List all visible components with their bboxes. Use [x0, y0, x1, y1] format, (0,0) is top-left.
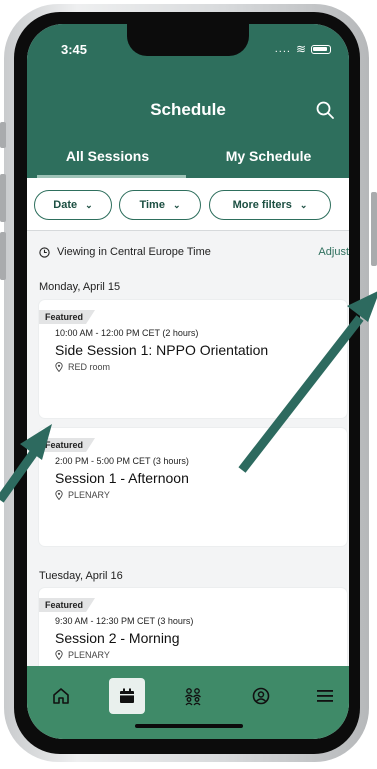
session-location: PLENARY: [55, 650, 110, 660]
tab-my-schedule[interactable]: My Schedule: [188, 144, 349, 178]
nav-home[interactable]: [43, 678, 79, 714]
day-heading: Tuesday, April 16: [39, 570, 123, 582]
session-time: 9:30 AM - 12:30 PM CET (3 hours): [55, 616, 194, 626]
profile-icon: [252, 687, 270, 705]
nav-attendees[interactable]: [175, 678, 211, 714]
timezone-text: Viewing in Central Europe Time: [57, 246, 211, 258]
time-filter-label: Time: [139, 199, 165, 211]
volume-up-button: [0, 174, 6, 222]
session-location: PLENARY: [55, 490, 110, 500]
adjust-timezone-link[interactable]: Adjust: [318, 246, 349, 258]
nav-schedule[interactable]: [109, 678, 145, 714]
time-filter-button[interactable]: Time ⌄: [119, 190, 201, 220]
location-pin-icon: [55, 362, 63, 372]
status-time: 3:45: [61, 42, 88, 57]
chevron-down-icon: ⌄: [299, 199, 308, 210]
people-icon: [185, 688, 201, 706]
signal-icon: ....: [274, 43, 291, 55]
day-heading: Monday, April 15: [39, 281, 121, 293]
more-filters-label: More filters: [232, 199, 292, 211]
notch: [127, 24, 249, 56]
clock-icon: [39, 246, 50, 258]
location-pin-icon: [55, 490, 63, 500]
featured-badge: Featured: [39, 598, 95, 612]
timezone-row: Viewing in Central Europe Time Adjust: [39, 242, 349, 262]
date-filter-button[interactable]: Date ⌄: [34, 190, 112, 220]
featured-badge: Featured: [39, 310, 95, 324]
menu-icon: [317, 690, 333, 702]
chevron-down-icon: ⌄: [172, 199, 181, 210]
session-location-text: PLENARY: [68, 490, 110, 500]
session-card[interactable]: Featured 2:00 PM - 5:00 PM CET (3 hours)…: [39, 428, 347, 546]
tab-all-sessions[interactable]: All Sessions: [27, 144, 188, 178]
app-screen: 3:45 .... ≋ Schedule All Sessions My Sch…: [27, 24, 349, 739]
more-filters-button[interactable]: More filters ⌄: [209, 190, 331, 220]
home-icon: [53, 688, 69, 704]
power-button: [371, 192, 377, 266]
calendar-icon: [120, 688, 134, 703]
date-filter-label: Date: [53, 199, 78, 211]
search-icon[interactable]: [315, 100, 335, 120]
session-title: Session 1 - Afternoon: [55, 470, 189, 486]
session-card[interactable]: Featured 10:00 AM - 12:00 PM CET (2 hour…: [39, 300, 347, 418]
location-pin-icon: [55, 650, 63, 660]
nav-profile[interactable]: [243, 678, 279, 714]
session-title: Side Session 1: NPPO Orientation: [55, 342, 269, 358]
volume-down-button: [0, 232, 6, 280]
phone-mockup: 3:45 .... ≋ Schedule All Sessions My Sch…: [0, 0, 377, 769]
session-tabs: All Sessions My Schedule: [27, 144, 349, 178]
status-icons: .... ≋: [275, 42, 331, 56]
session-location-text: PLENARY: [68, 650, 110, 660]
chevron-down-icon: ⌄: [85, 199, 93, 210]
session-location-text: RED room: [68, 362, 111, 372]
bottom-navigation: [27, 666, 349, 739]
session-time: 2:00 PM - 5:00 PM CET (3 hours): [55, 456, 189, 466]
featured-badge: Featured: [39, 438, 95, 452]
session-time: 10:00 AM - 12:00 PM CET (2 hours): [55, 328, 199, 338]
page-title: Schedule: [150, 100, 226, 119]
filter-bar: Date ⌄ Time ⌄ More filters ⌄: [27, 178, 349, 231]
session-location: RED room: [55, 362, 110, 372]
home-indicator: [135, 724, 243, 728]
nav-menu[interactable]: [307, 678, 343, 714]
session-title: Session 2 - Morning: [55, 630, 180, 646]
battery-icon: [311, 44, 331, 54]
wifi-icon: ≋: [295, 42, 306, 56]
mute-switch: [0, 122, 6, 148]
session-card[interactable]: Featured 9:30 AM - 12:30 PM CET (3 hours…: [39, 588, 347, 678]
